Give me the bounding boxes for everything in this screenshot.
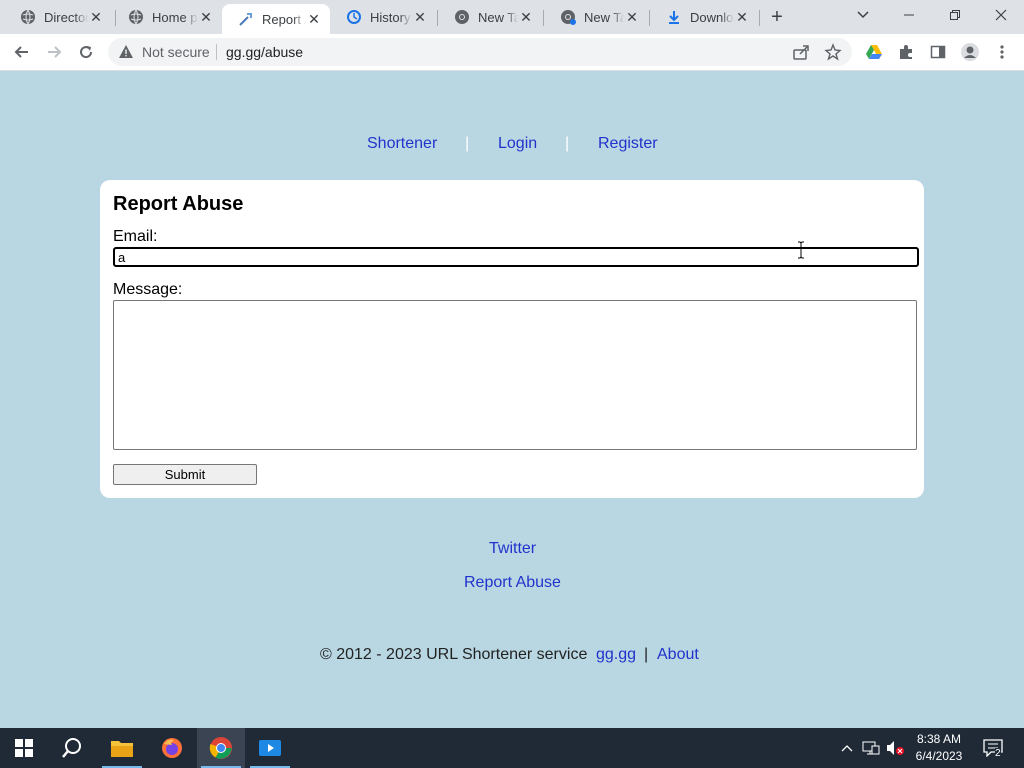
url-text[interactable]: gg.gg/abuse (226, 44, 303, 60)
tab-label: Directory (44, 9, 88, 25)
menu-kebab-icon[interactable] (990, 40, 1014, 64)
system-clock[interactable]: 8:38 AM 6/4/2023 (910, 731, 968, 765)
warning-icon[interactable] (118, 44, 134, 65)
notification-count-badge: 2 (995, 748, 1001, 759)
chrome-taskbar-icon[interactable] (197, 728, 245, 768)
reload-icon[interactable] (74, 40, 98, 64)
footer-divider: | (644, 646, 649, 663)
notification-center-icon[interactable]: 2 (978, 728, 1008, 768)
close-tab-icon[interactable]: ✕ (412, 9, 428, 25)
tab-directory[interactable]: Directory ✕ (4, 4, 112, 30)
about-link[interactable]: About (657, 646, 699, 664)
extensions-icon[interactable] (894, 40, 918, 64)
nav-shortener-link[interactable]: Shortener (367, 135, 437, 153)
tab-label: Downloads (690, 9, 734, 25)
site-home-link[interactable]: gg.gg (596, 646, 636, 664)
globe-icon (128, 9, 144, 25)
tab-strip: Directory ✕ Home page ✕ Report Abuse ✕ H… (0, 0, 1024, 34)
firefox-icon[interactable] (148, 728, 196, 768)
close-tab-icon[interactable]: ✕ (624, 9, 640, 25)
tab-label: History (370, 9, 411, 25)
text-cursor-icon (796, 241, 806, 264)
globe-icon (20, 9, 36, 25)
close-tab-icon[interactable]: ✕ (198, 9, 214, 25)
submit-button[interactable]: Submit (113, 464, 257, 485)
side-panel-icon[interactable] (926, 40, 950, 64)
report-abuse-link[interactable]: Report Abuse (464, 574, 561, 592)
message-label: Message: (113, 281, 183, 298)
forward-icon[interactable] (42, 40, 66, 64)
nav-separator: | (565, 135, 570, 152)
twitter-link[interactable]: Twitter (489, 540, 536, 558)
clock-time: 8:38 AM (916, 732, 962, 746)
media-player-icon[interactable] (246, 728, 294, 768)
google-drive-icon[interactable] (862, 40, 886, 64)
tab-separator (759, 10, 760, 26)
tab-history[interactable]: History ✕ (330, 4, 436, 30)
page-title: Report Abuse (113, 193, 244, 215)
nav-separator: | (465, 135, 470, 152)
security-status[interactable]: Not secure (142, 44, 210, 60)
close-tab-icon[interactable]: ✕ (88, 9, 104, 25)
report-abuse-form: Report Abuse Email: Message: Submit (100, 180, 924, 498)
profile-avatar-icon[interactable] (958, 40, 982, 64)
tab-label: New Tab (478, 9, 518, 25)
new-tab-button[interactable]: + (766, 6, 788, 28)
windows-taskbar: 8:38 AM 6/4/2023 2 (0, 728, 1024, 768)
start-windows-icon[interactable] (0, 728, 48, 768)
back-icon[interactable] (10, 40, 34, 64)
file-explorer-icon[interactable] (98, 728, 146, 768)
top-navigation: Shortener | Login | Register (0, 135, 1024, 157)
volume-muted-icon[interactable] (884, 728, 906, 768)
tab-report-abuse[interactable]: Report Abuse ✕ (222, 4, 330, 34)
tab-search-icon[interactable] (840, 0, 886, 30)
network-icon[interactable] (860, 728, 882, 768)
tab-home-page[interactable]: Home page ✕ (112, 4, 222, 30)
show-hidden-icons-chevron-icon[interactable] (838, 728, 856, 768)
search-icon[interactable] (48, 728, 96, 768)
bookmark-star-icon[interactable] (824, 43, 842, 66)
history-icon (346, 9, 362, 25)
close-tab-icon[interactable]: ✕ (734, 9, 750, 25)
message-textarea[interactable] (113, 300, 917, 450)
nav-register-link[interactable]: Register (598, 135, 658, 153)
nav-login-link[interactable]: Login (498, 135, 537, 153)
link-icon (238, 11, 254, 27)
divider (216, 44, 217, 60)
address-bar[interactable]: Not secure gg.gg/abuse (108, 38, 852, 66)
share-icon[interactable] (792, 43, 810, 66)
close-tab-icon[interactable]: ✕ (306, 11, 322, 27)
tab-new-tab-1[interactable]: New Tab ✕ (438, 4, 542, 30)
minimize-icon[interactable] (886, 0, 932, 30)
tab-downloads[interactable]: Downloads ✕ (650, 4, 758, 30)
chrome-icon (560, 9, 576, 25)
browser-toolbar: Not secure gg.gg/abuse (0, 34, 1024, 71)
close-window-icon[interactable] (978, 0, 1024, 30)
clock-date: 6/4/2023 (915, 749, 963, 763)
close-tab-icon[interactable]: ✕ (518, 9, 534, 25)
chrome-icon (454, 9, 470, 25)
tab-label: Report Abuse (262, 11, 306, 27)
tab-new-tab-2[interactable]: New Tab ✕ (544, 4, 648, 30)
tab-label: New Tab (584, 9, 624, 25)
tab-label: Home page (152, 9, 198, 25)
copyright-text: © 2012 - 2023 URL Shortener service (320, 646, 588, 663)
page-content: Shortener | Login | Register Report Abus… (0, 71, 1024, 728)
email-label: Email: (113, 228, 158, 245)
download-icon (666, 9, 682, 25)
restore-icon[interactable] (932, 0, 978, 30)
